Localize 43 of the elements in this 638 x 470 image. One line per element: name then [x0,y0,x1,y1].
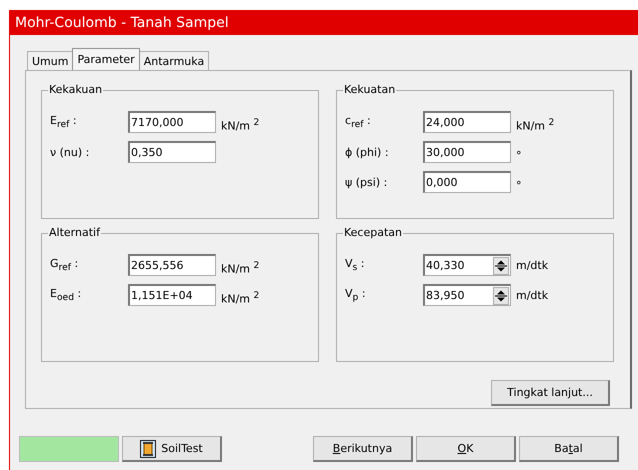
group-title: Kekuatan [343,83,396,96]
field-label: E$_{oed}$ : [50,286,82,304]
input-field[interactable]: 7170,000 [128,111,216,133]
dialog-button[interactable]: Berikutnya [313,436,413,462]
soiltest-button[interactable]: SoilTest [122,436,222,462]
field-label: G$_{ref}$ : [50,256,80,274]
input-field[interactable]: 30,000 [423,141,511,163]
unit-label: m/dtk [516,258,548,272]
input-field[interactable]: 24,000 [423,111,511,133]
dialog-button[interactable]: Batal [519,436,619,462]
field-label: c$_{ref}$ : [345,114,372,130]
field-label: E$_{ref}$ : [50,114,78,130]
tab[interactable]: Parameter [72,48,140,70]
field-label: V$_{p}$ : [345,286,367,304]
spin-field[interactable]: 83,950 [423,284,511,306]
field-label: ψ (psi) : [345,176,388,188]
unit-label: ° [516,178,522,192]
spin-arrows-icon[interactable] [493,286,509,304]
window-title: Mohr-Coulomb - Tanah Sampel [15,14,229,30]
unit-label: kN/m $^{2}$ [221,117,260,133]
input-field[interactable]: 0,350 [128,141,216,163]
group-title: Alternatif [48,226,101,239]
group-title: Kecepatan [343,226,403,239]
field-label: V$_{s}$ : [345,256,366,274]
advanced-button[interactable]: Tingkat lanjut... [491,380,610,406]
unit-label: ° [516,148,522,162]
unit-label: kN/m $^{2}$ [221,260,260,276]
dialog-button[interactable]: OK [416,436,516,462]
unit-label: kN/m $^{2}$ [221,290,260,306]
input-field[interactable]: 2655,556 [128,254,216,276]
unit-label: kN/m $^{2}$ [516,117,554,133]
input-field[interactable]: 0,000 [423,171,511,193]
field-label: ν (nu) : [50,146,90,158]
field-label: ϕ (phi) : [345,146,390,158]
color-swatch[interactable] [19,436,119,462]
spin-arrows-icon[interactable] [493,256,509,274]
spin-field[interactable]: 40,330 [423,254,511,276]
input-field[interactable]: 1,151E+04 [128,284,216,306]
group-title: Kekakuan [48,83,104,96]
unit-label: m/dtk [516,288,548,302]
tab[interactable]: Antarmuka [138,51,210,70]
cylinder-icon [140,440,156,458]
tab[interactable]: Umum [27,51,74,70]
